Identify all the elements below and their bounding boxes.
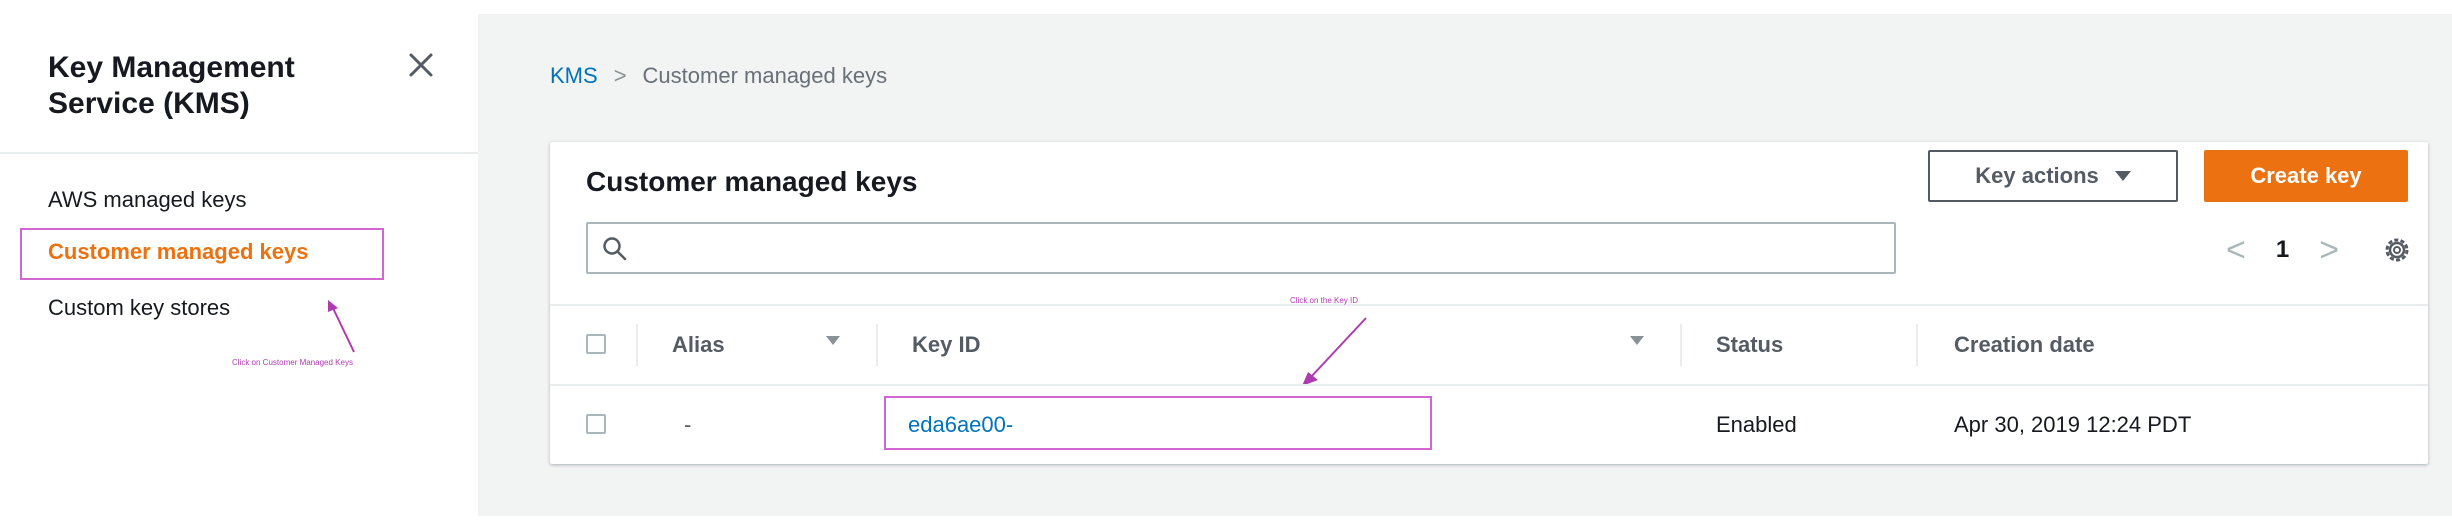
breadcrumb-current: Customer managed keys: [642, 63, 888, 88]
table-header: Alias Key ID Status Creation date Click …: [550, 296, 2428, 386]
breadcrumb: KMS > Customer managed keys: [550, 62, 887, 90]
main-content: KMS > Customer managed keys Customer manag…: [478, 0, 2452, 528]
create-key-button[interactable]: Create key: [2204, 150, 2408, 202]
key-actions-button[interactable]: Key actions: [1928, 150, 2178, 202]
panel-title: Customer managed keys: [586, 166, 918, 197]
breadcrumb-kms-link[interactable]: KMS: [550, 63, 598, 88]
sidebar-title-line2: Service (KMS): [48, 87, 250, 120]
search-icon: [603, 237, 627, 261]
nav-annotation-text: Click on Customer Managed Keys: [232, 358, 353, 367]
caret-down-icon: [2114, 171, 2131, 181]
sidebar-title: Key Management Service (KMS): [48, 50, 368, 122]
sidebar-item-custom-key-stores[interactable]: Custom key stores: [48, 294, 230, 322]
cell-alias: -: [684, 412, 692, 437]
cell-status: Enabled: [1716, 412, 1797, 437]
sidebar: Key Management Service (KMS) AWS managed…: [0, 0, 478, 528]
row-checkbox[interactable]: [586, 414, 606, 434]
annotation-arrow: [328, 300, 355, 353]
sidebar-item-aws-managed-keys[interactable]: AWS managed keys: [48, 186, 247, 214]
sidebar-title-line1: Key Management: [48, 51, 295, 84]
column-header-key-id[interactable]: Key ID: [912, 306, 980, 384]
key-id-link[interactable]: eda6ae00-: [908, 386, 1013, 464]
sort-down-icon[interactable]: [826, 336, 840, 345]
next-page-button[interactable]: >: [2319, 233, 2339, 267]
sort-down-icon[interactable]: [1630, 336, 1644, 345]
key-id-annotation-text: Click on the Key ID: [1290, 296, 1359, 305]
column-header-creation-date[interactable]: Creation date: [1954, 306, 2095, 384]
column-header-alias[interactable]: Alias: [672, 306, 725, 384]
breadcrumb-separator: >: [613, 63, 627, 88]
previous-page-button[interactable]: <: [2226, 233, 2246, 267]
sidebar-divider: [0, 152, 478, 154]
table-row: - eda6ae00- Enabled Apr 30, 2019 12:24 P…: [550, 384, 2428, 464]
column-header-status[interactable]: Status: [1716, 306, 1783, 384]
annotation-arrow: [1302, 317, 1367, 386]
keys-panel: Customer managed keys Key actions Create…: [550, 142, 2428, 464]
search-input[interactable]: [640, 230, 1884, 268]
nav-annotation-box: [20, 228, 384, 280]
cell-creation-date: Apr 30, 2019 12:24 PDT: [1954, 412, 2192, 437]
current-page-number[interactable]: 1: [2276, 236, 2289, 264]
search-box[interactable]: [586, 222, 1896, 274]
pagination: < 1 >: [2226, 224, 2339, 276]
key-actions-label: Key actions: [1975, 163, 2099, 188]
close-icon[interactable]: [404, 48, 438, 82]
select-all-checkbox[interactable]: [586, 334, 606, 354]
gear-icon[interactable]: [2382, 235, 2412, 265]
